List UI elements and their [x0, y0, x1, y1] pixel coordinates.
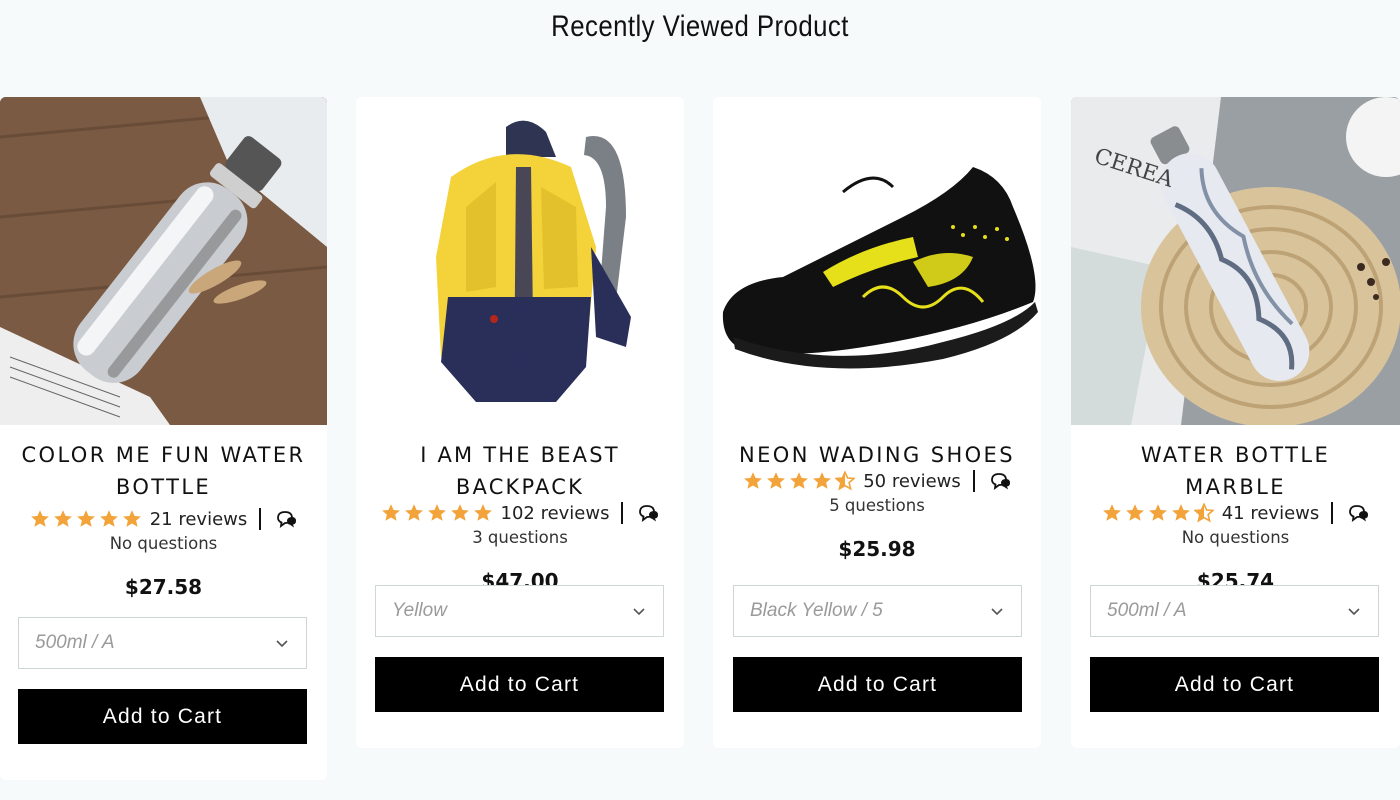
reviews-count[interactable]: 50 reviews [863, 471, 961, 492]
star-full-icon [790, 472, 809, 489]
questions-count[interactable]: 3 questions [356, 527, 684, 549]
star-full-icon [53, 510, 72, 527]
star-full-icon [404, 504, 423, 521]
star-full-icon [1148, 504, 1167, 521]
variant-value: Black Yellow / 5 [750, 600, 883, 621]
product-card: CEREA WATER BOTTLE MARBLE 41 reviews No … [1071, 97, 1400, 748]
star-full-icon [1171, 504, 1190, 521]
add-to-cart-button[interactable]: Add to Cart [18, 689, 307, 744]
star-full-icon [30, 510, 49, 527]
star-full-icon [427, 504, 446, 521]
chevron-down-icon [633, 608, 645, 616]
variant-select[interactable]: 500ml / A [18, 617, 307, 669]
product-card: COLOR ME FUN WATER BOTTLE 21 reviews No … [0, 97, 327, 780]
add-to-cart-button[interactable]: Add to Cart [375, 657, 664, 712]
star-full-icon [450, 504, 469, 521]
divider [1331, 502, 1334, 524]
reviews-count[interactable]: 41 reviews [1222, 503, 1320, 524]
divider [972, 470, 975, 492]
product-price: $27.58 [124, 575, 203, 599]
variant-value: 500ml / A [35, 632, 115, 653]
product-image[interactable] [713, 97, 1041, 425]
reviews-count[interactable]: 21 reviews [150, 509, 248, 530]
questions-count[interactable]: 5 questions [713, 495, 1041, 517]
variant-value: 500ml / A [1107, 600, 1187, 621]
variant-select[interactable]: 500ml / A [1090, 585, 1379, 637]
chat-bubbles-icon[interactable] [275, 508, 297, 530]
star-rating[interactable] [381, 503, 493, 523]
divider [259, 508, 262, 530]
star-rating[interactable] [30, 509, 142, 529]
product-title[interactable]: I AM THE BEAST BACKPACK [356, 439, 684, 503]
variant-value: Yellow [392, 600, 447, 621]
add-to-cart-button[interactable]: Add to Cart [733, 657, 1022, 712]
variant-select[interactable]: Yellow [375, 585, 664, 637]
chat-bubbles-icon[interactable] [1347, 502, 1369, 524]
product-title[interactable]: COLOR ME FUN WATER BOTTLE [0, 439, 327, 503]
star-full-icon [813, 472, 832, 489]
product-title[interactable]: NEON WADING SHOES [713, 439, 1041, 471]
product-image[interactable] [356, 97, 684, 425]
product-image[interactable] [0, 97, 327, 425]
product-image[interactable]: CEREA [1071, 97, 1400, 425]
chat-bubbles-icon[interactable] [989, 470, 1011, 492]
chevron-down-icon [1348, 608, 1360, 616]
star-full-icon [767, 472, 786, 489]
add-to-cart-button[interactable]: Add to Cart [1090, 657, 1379, 712]
star-half-icon [835, 471, 856, 491]
star-full-icon [473, 504, 492, 521]
reviews-count[interactable]: 102 reviews [501, 503, 610, 524]
product-price: $25.98 [838, 537, 916, 561]
questions-count[interactable]: No questions [1071, 527, 1400, 549]
star-full-icon [99, 510, 118, 527]
chat-bubbles-icon[interactable] [637, 502, 659, 524]
chevron-down-icon [991, 608, 1003, 616]
star-full-icon [122, 510, 141, 527]
product-card: I AM THE BEAST BACKPACK 102 reviews 3 qu… [356, 97, 684, 748]
chevron-down-icon [276, 640, 288, 648]
star-rating[interactable] [1102, 503, 1214, 523]
star-full-icon [744, 472, 763, 489]
star-rating[interactable] [743, 471, 856, 491]
product-card: NEON WADING SHOES 50 reviews 5 questions… [713, 97, 1041, 748]
divider [621, 502, 624, 524]
star-full-icon [1102, 504, 1121, 521]
star-full-icon [381, 504, 400, 521]
star-half-icon [1193, 503, 1214, 523]
variant-select[interactable]: Black Yellow / 5 [733, 585, 1022, 637]
section-title: Recently Viewed Product [551, 10, 849, 43]
star-full-icon [76, 510, 95, 527]
questions-count[interactable]: No questions [0, 533, 327, 555]
star-full-icon [1125, 504, 1144, 521]
product-title[interactable]: WATER BOTTLE MARBLE [1071, 439, 1400, 503]
